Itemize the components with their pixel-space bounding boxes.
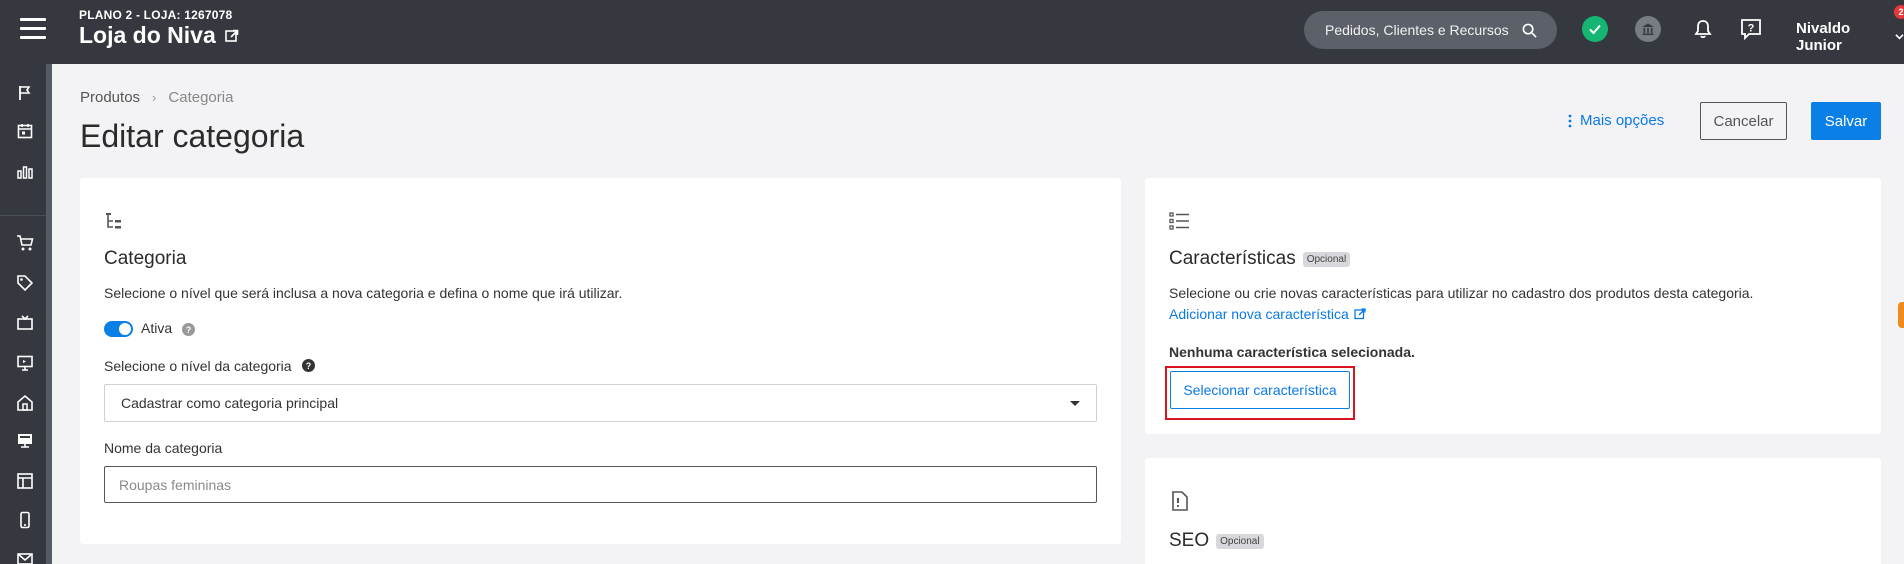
status-ok-icon[interactable] bbox=[1582, 16, 1608, 42]
breadcrumb-current: Categoria bbox=[168, 89, 234, 106]
floating-widget[interactable] bbox=[1898, 302, 1904, 328]
search-icon[interactable] bbox=[1522, 23, 1537, 38]
layout-icon[interactable] bbox=[16, 472, 34, 490]
empty-features-text: Nenhuma característica selecionada. bbox=[1169, 344, 1415, 360]
sidebar-divider bbox=[0, 215, 46, 216]
flag-icon[interactable] bbox=[16, 84, 34, 102]
external-link-icon[interactable] bbox=[224, 29, 239, 43]
seo-title-text: SEO bbox=[1169, 530, 1210, 551]
svg-text:?: ? bbox=[1748, 23, 1755, 35]
add-feature-link[interactable]: Adicionar nova característica bbox=[1169, 306, 1366, 322]
more-options-button[interactable]: Mais opções bbox=[1568, 112, 1664, 129]
category-title: Categoria bbox=[104, 248, 187, 269]
bar-chart-icon[interactable] bbox=[16, 162, 34, 180]
tag-icon[interactable] bbox=[16, 274, 34, 292]
breadcrumb-parent[interactable]: Produtos bbox=[80, 89, 140, 106]
features-description: Selecione ou crie novas características … bbox=[1169, 285, 1754, 301]
save-button[interactable]: Salvar bbox=[1811, 102, 1881, 140]
help-icon[interactable]: ? bbox=[1738, 16, 1764, 42]
plan-label: PLANO 2 - LOJA: 1267078 bbox=[79, 8, 233, 22]
user-menu[interactable]: Nivaldo Junior bbox=[1796, 20, 1904, 54]
name-label: Nome da categoria bbox=[104, 440, 223, 456]
optional-badge: Opcional bbox=[1216, 533, 1264, 549]
more-options-label: Mais opções bbox=[1580, 112, 1665, 129]
calendar-icon[interactable] bbox=[16, 122, 34, 140]
active-toggle[interactable] bbox=[104, 321, 133, 337]
search-placeholder: Pedidos, Clientes e Recursos bbox=[1325, 22, 1509, 38]
chevron-right-icon: › bbox=[152, 90, 157, 105]
tree-structure-icon bbox=[106, 213, 121, 229]
cancel-button[interactable]: Cancelar bbox=[1700, 102, 1787, 140]
pos-icon[interactable] bbox=[16, 432, 34, 450]
features-card: Características Opcional Selecione ou cr… bbox=[1145, 178, 1881, 434]
mail-icon[interactable] bbox=[16, 550, 34, 564]
question-circle-icon[interactable]: ? bbox=[182, 323, 195, 336]
external-link-icon bbox=[1354, 308, 1366, 320]
category-name-input[interactable] bbox=[104, 466, 1097, 503]
category-description: Selecione o nível que será inclusa a nov… bbox=[104, 285, 623, 301]
active-toggle-label: Ativa bbox=[141, 320, 173, 336]
top-bar: PLANO 2 - LOJA: 1267078 Loja do Niva Ped… bbox=[0, 0, 1904, 64]
breadcrumb: Produtos › Categoria bbox=[80, 89, 233, 106]
store-name[interactable]: Loja do Niva bbox=[79, 22, 239, 49]
select-feature-button[interactable]: Selecionar característica bbox=[1170, 371, 1350, 409]
user-name: Nivaldo Junior bbox=[1796, 20, 1851, 54]
kebab-icon bbox=[1568, 114, 1572, 127]
document-icon bbox=[1172, 491, 1188, 511]
sidebar bbox=[0, 64, 52, 564]
chevron-down-icon bbox=[1895, 34, 1904, 40]
notification-badge: 2 bbox=[1894, 5, 1904, 19]
cart-icon[interactable] bbox=[16, 234, 34, 252]
search-input[interactable]: Pedidos, Clientes e Recursos bbox=[1304, 11, 1557, 49]
optional-badge: Opcional bbox=[1302, 251, 1351, 267]
bank-icon[interactable] bbox=[1635, 16, 1661, 42]
question-circle-icon[interactable]: ? bbox=[302, 359, 315, 372]
home-icon[interactable] bbox=[16, 394, 34, 412]
menu-icon[interactable] bbox=[20, 18, 46, 40]
list-icon bbox=[1169, 212, 1189, 230]
category-level-select[interactable]: Cadastrar como categoria principal bbox=[104, 384, 1097, 422]
bell-icon[interactable] bbox=[1690, 16, 1716, 42]
store-name-text: Loja do Niva bbox=[79, 22, 216, 48]
features-title: Características Opcional bbox=[1169, 248, 1351, 270]
caret-down-icon bbox=[1070, 400, 1080, 406]
category-level-value: Cadastrar como categoria principal bbox=[121, 395, 339, 411]
add-feature-link-text: Adicionar nova característica bbox=[1169, 306, 1349, 322]
mobile-icon[interactable] bbox=[16, 511, 34, 529]
level-label: Selecione o nível da categoria bbox=[104, 358, 292, 374]
monitor-icon[interactable] bbox=[16, 354, 34, 372]
category-card: Categoria Selecione o nível que será inc… bbox=[80, 178, 1121, 544]
tv-icon[interactable] bbox=[16, 314, 34, 332]
page-title: Editar categoria bbox=[80, 118, 305, 154]
seo-title: SEO Opcional bbox=[1169, 530, 1264, 552]
seo-card: SEO Opcional bbox=[1145, 458, 1881, 564]
features-title-text: Características bbox=[1169, 248, 1296, 269]
